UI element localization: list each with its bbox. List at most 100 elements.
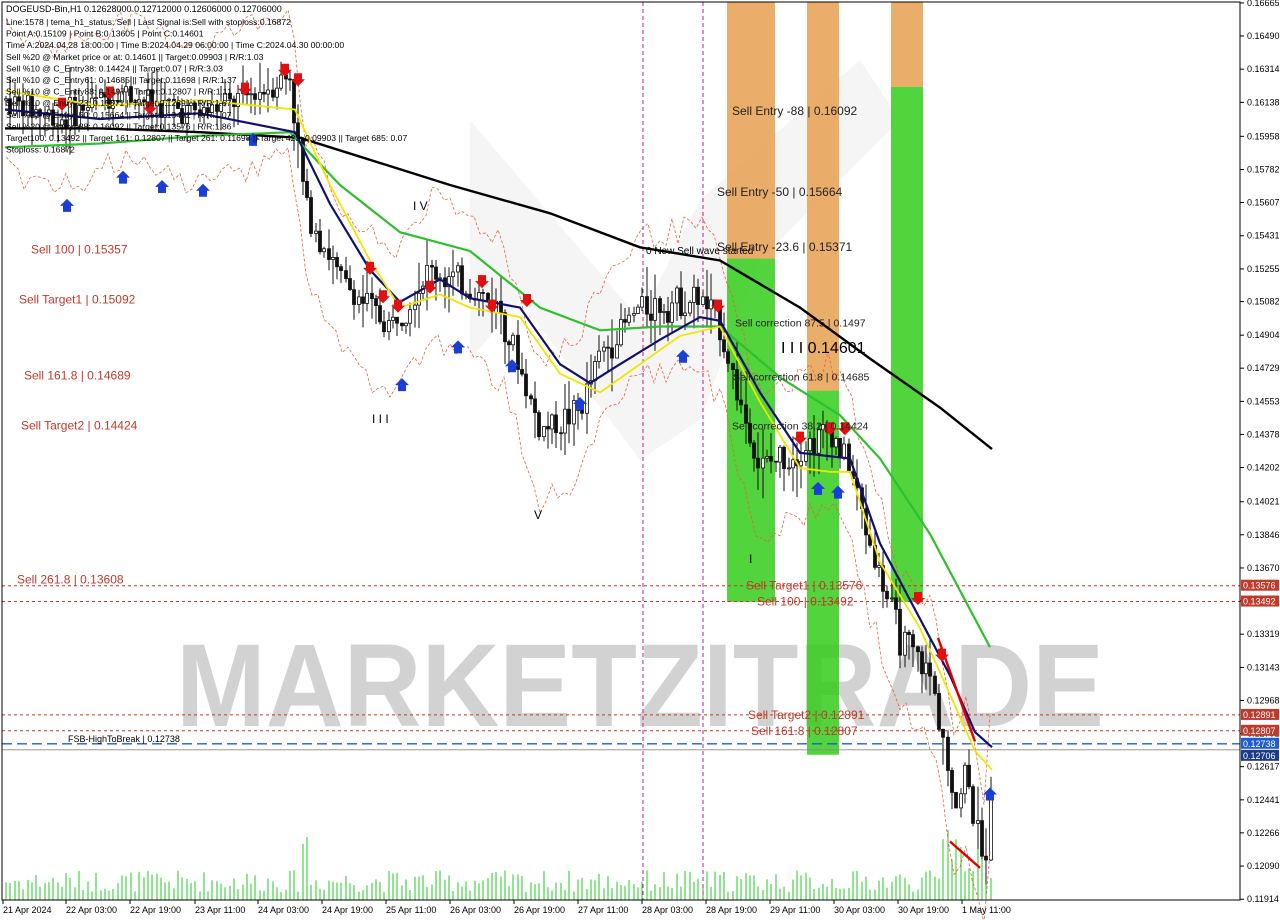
- wave-label-0: I V: [413, 199, 428, 213]
- x-tick-label-12: 29 Apr 11:00: [770, 905, 820, 915]
- candle-body: [357, 296, 361, 305]
- candle-body: [812, 438, 816, 454]
- y-tick-label-27: 0.11914: [1247, 894, 1279, 904]
- right-level-label-3: Sell correction 87.5 | 0.1497: [735, 318, 866, 330]
- price-tag-5: 0.12706: [1243, 751, 1276, 761]
- y-tick-label-17: 0.13670: [1247, 563, 1280, 573]
- wave-label-4: I I I 0.14601: [781, 340, 866, 357]
- candle-body: [752, 442, 756, 459]
- candle-body: [365, 292, 369, 304]
- candle-body: [253, 93, 257, 100]
- candle-body: [593, 361, 597, 382]
- candle-body: [546, 426, 550, 430]
- signal-arrow-up-6: [451, 340, 465, 354]
- signal-arrow-up-5: [395, 378, 409, 392]
- candle-body: [791, 459, 795, 469]
- candle-body: [696, 286, 700, 305]
- info-line-0: Line:1578 | tema_h1_status: Sell | Last …: [6, 17, 291, 27]
- candle-body: [670, 302, 674, 323]
- y-tick-label-24: 0.12441: [1247, 795, 1280, 805]
- left-level-label-2: Sell 161.8 | 0.14689: [24, 369, 131, 383]
- candle-body: [937, 693, 941, 730]
- candle-body: [911, 634, 915, 648]
- candle-body: [559, 432, 563, 435]
- candle-body: [374, 298, 378, 307]
- candle-body: [774, 460, 778, 463]
- x-tick-label-2: 22 Apr 19:00: [130, 905, 181, 915]
- x-tick-label-6: 25 Apr 11:00: [386, 905, 436, 915]
- candle-body: [928, 662, 932, 677]
- wave-label-5: 0 New Sell wave started: [646, 246, 753, 257]
- candle-body: [305, 181, 309, 198]
- x-tick-label-15: 1 May 11:00: [962, 905, 1011, 915]
- candle-body: [662, 311, 666, 313]
- candle-body: [292, 78, 296, 124]
- x-tick-label-7: 26 Apr 03:00: [450, 905, 501, 915]
- x-tick-label-0: 21 Apr 2024: [3, 905, 52, 915]
- candle-body: [327, 248, 331, 260]
- candle-body: [344, 270, 348, 279]
- candle-body: [924, 662, 928, 675]
- candle-body: [963, 764, 967, 795]
- candle-body: [387, 320, 391, 333]
- candle-body: [249, 93, 253, 96]
- candle-body: [615, 344, 619, 359]
- candle-body: [481, 292, 485, 294]
- candle-body: [632, 313, 636, 316]
- signal-arrow-up-0: [60, 198, 74, 212]
- info-line-7: Sell %10 @ Entry -23: 0.15371 || Target:…: [6, 98, 232, 108]
- y-tick-label-19: 0.13319: [1247, 629, 1280, 639]
- y-tick-label-13: 0.14378: [1247, 429, 1280, 439]
- candle-body: [941, 728, 945, 738]
- candle-body: [782, 446, 786, 469]
- candle-body: [460, 265, 464, 295]
- right-level-label-7: Sell 100 | 0.13492: [757, 595, 854, 609]
- right-level-label-1: Sell Entry -50 | 0.15664: [717, 185, 843, 199]
- right-level-label-0: Sell Entry -88 | 0.16092: [732, 104, 858, 118]
- candle-body: [348, 278, 352, 291]
- candle-body: [808, 438, 812, 452]
- candle-body: [430, 264, 434, 268]
- candle-body: [838, 438, 842, 458]
- candle-body: [920, 651, 924, 675]
- candle-body: [787, 467, 791, 470]
- candle-body: [352, 289, 356, 305]
- price-tag-0: 0.13576: [1243, 581, 1276, 591]
- x-tick-label-3: 23 Apr 11:00: [195, 905, 245, 915]
- symbol-line: DOGEUSD-Bin,H1 0.12628000 0.12712000 0.1…: [6, 4, 282, 14]
- zone-5: [891, 86, 923, 602]
- signal-arrow-up-3: [196, 183, 210, 197]
- candle-body: [378, 305, 382, 323]
- info-line-10: Target100: 0.13492 || Target 161: 0.1280…: [6, 133, 407, 143]
- watermark-text: MARKETZITRADE: [176, 620, 1104, 752]
- candle-body: [395, 316, 399, 324]
- candle-body: [314, 230, 318, 234]
- candle-body: [980, 820, 984, 857]
- y-tick-label-26: 0.12090: [1247, 861, 1280, 871]
- candle-body: [769, 456, 773, 462]
- candle-body: [413, 304, 417, 311]
- info-line-6: Sell %10 @ C_Entry88: 0.1497 || Target:0…: [6, 87, 232, 97]
- candle-body: [275, 87, 279, 98]
- candle-body: [572, 400, 576, 425]
- candle-body: [903, 631, 907, 656]
- y-tick-label-20: 0.13143: [1247, 662, 1280, 672]
- info-line-3: Sell %20 @ Market price or at: 0.14601 |…: [6, 52, 264, 62]
- fsb-label: FSB-HighToBreak | 0.12738: [68, 734, 180, 744]
- y-tick-label-5: 0.15782: [1247, 165, 1280, 175]
- left-level-label-1: Sell Target1 | 0.15092: [19, 293, 136, 307]
- candle-body: [417, 292, 421, 306]
- candle-body: [989, 791, 993, 861]
- signal-arrow-up-1: [116, 170, 130, 184]
- candle-body: [266, 89, 270, 95]
- candle-body: [451, 271, 455, 278]
- candle-body: [765, 456, 769, 459]
- candle-body: [404, 322, 408, 327]
- candle-body: [537, 412, 541, 438]
- candle-body: [610, 347, 614, 359]
- price-tag-4: 0.12738: [1243, 739, 1276, 749]
- candle-body: [567, 408, 571, 425]
- candle-body: [456, 265, 460, 273]
- y-tick-label-8: 0.15255: [1247, 264, 1280, 274]
- candle-body: [524, 373, 528, 397]
